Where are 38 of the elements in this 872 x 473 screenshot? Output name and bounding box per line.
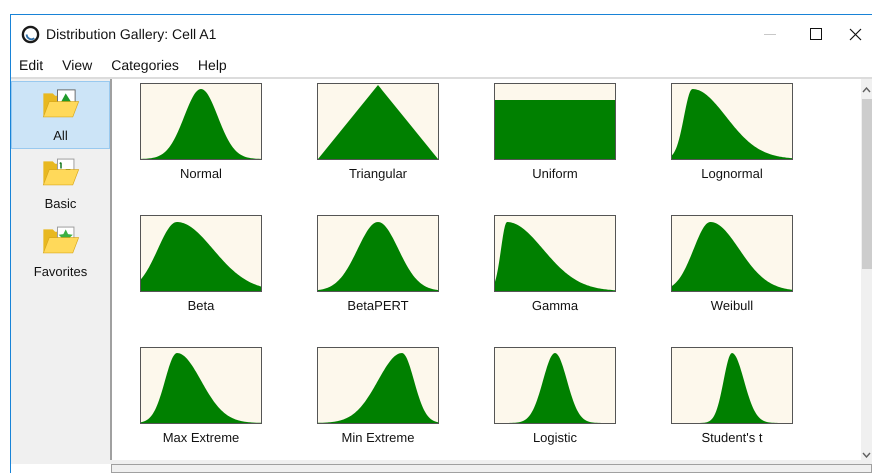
distribution-thumbnail[interactable] [494,215,616,292]
distribution-thumbnail[interactable] [317,215,439,292]
scroll-down-icon[interactable] [862,452,871,458]
menu-item[interactable]: Edit [19,54,44,76]
menu-item[interactable]: Categories [111,54,179,76]
distribution-thumbnail[interactable] [494,83,616,160]
distribution-thumbnail[interactable] [140,215,262,292]
distribution-label: Lognormal [701,165,763,183]
distribution-label: Beta [188,297,214,315]
distribution-label: Gamma [532,297,578,315]
distribution-label: Max Extreme [162,429,240,447]
menu-item[interactable]: Help [198,54,227,76]
distribution-label: Normal [180,165,222,183]
distribution-label: Min Extreme [342,429,414,447]
category-button[interactable]: All [11,81,110,149]
app-logo-icon [21,24,40,44]
category-button[interactable]: Basic [11,149,110,217]
category-button[interactable]: Favorites [11,217,110,285]
distribution-label: Triangular [348,165,408,183]
window-title: Distribution Gallery: Cell A1 [46,24,216,44]
distribution-label: Uniform [532,165,578,183]
distribution-thumbnail[interactable] [317,83,439,160]
close-icon[interactable] [849,28,862,40]
scroll-up-icon[interactable] [862,87,871,93]
distribution-thumbnail[interactable] [671,347,793,424]
distribution-label: Student's t [701,429,763,447]
distribution-thumbnail[interactable] [671,215,793,292]
distribution-thumbnail[interactable] [671,83,793,160]
distribution-label: Logistic [532,429,578,447]
distribution-thumbnail[interactable] [140,83,262,160]
distribution-label: Weibull [710,297,754,315]
distribution-thumbnail[interactable] [140,347,262,424]
distribution-thumbnail[interactable] [494,347,616,424]
menu-item[interactable]: View [62,54,92,76]
scrollbar-thumb[interactable] [862,99,872,269]
distribution-label: BetaPERT [347,297,409,315]
distribution-thumbnail[interactable] [317,347,439,424]
scrollbar[interactable] [861,79,872,460]
